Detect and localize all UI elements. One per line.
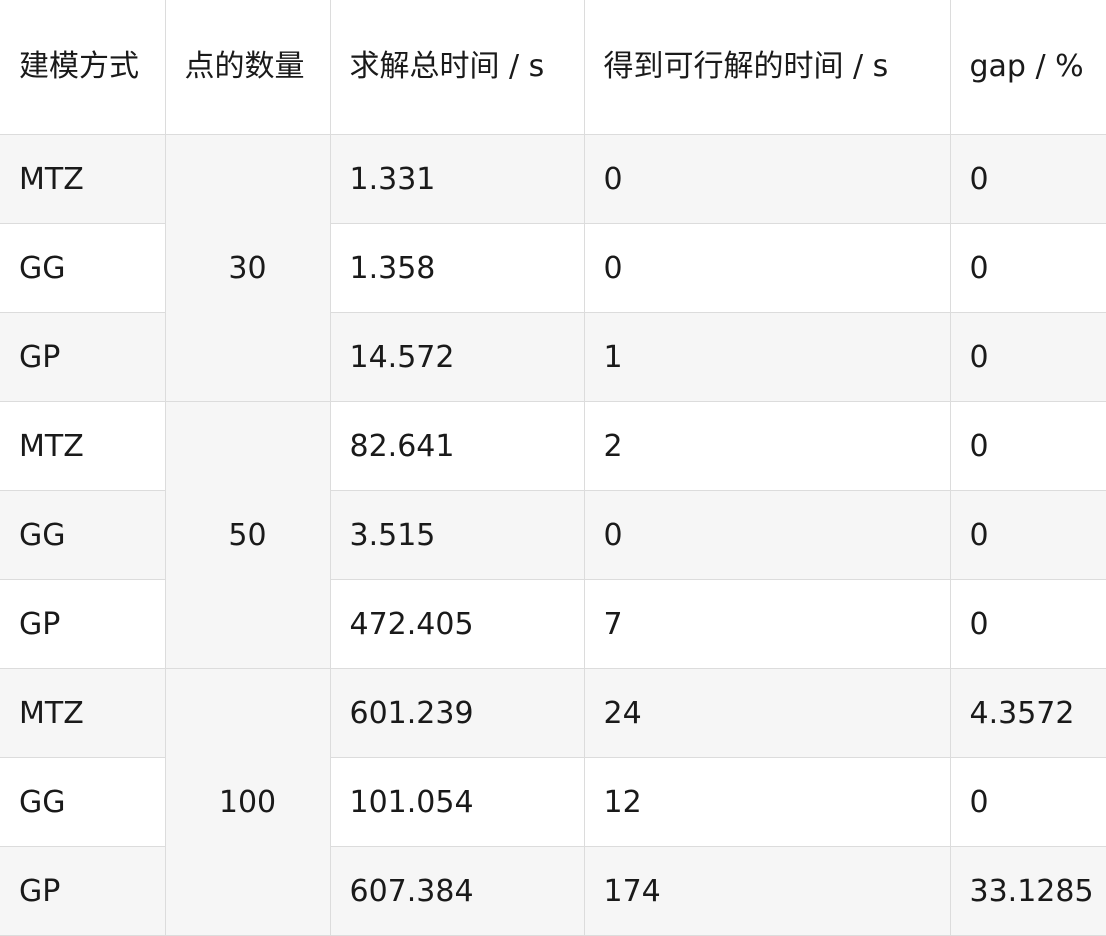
method-cell: GP <box>0 579 166 669</box>
table-row: MTZ 50 82.641 2 0 <box>0 401 1106 669</box>
gap-cell: 0 <box>949 312 1106 402</box>
header-feasible-time: 得到可行解的时间 / s <box>583 0 951 135</box>
total-time-cell: 1.331 <box>329 134 585 224</box>
table-row: MTZ 100 601.239 24 4.3572 <box>0 668 1106 936</box>
method-cell: GG <box>0 490 166 580</box>
total-time-cell: 601.239 <box>329 668 585 758</box>
total-time-cell: 472.405 <box>329 579 585 669</box>
total-time-cell: 3.515 <box>329 490 585 580</box>
header-row: 建模方式 点的数量 求解总时间 / s 得到可行解的时间 / s gap / % <box>0 0 1106 135</box>
table-row: MTZ 30 1.331 0 0 <box>0 134 1106 402</box>
gap-cell: 0 <box>949 134 1106 224</box>
header-total-time: 求解总时间 / s <box>329 0 585 135</box>
method-cell: GP <box>0 312 166 402</box>
method-cell: GG <box>0 757 166 847</box>
feasible-time-cell: 1 <box>583 312 951 402</box>
point-count-cell: 30 <box>164 134 331 402</box>
method-cell: GP <box>0 846 166 936</box>
total-time-cell: 607.384 <box>329 846 585 936</box>
feasible-time-cell: 7 <box>583 579 951 669</box>
table-body: MTZ 30 1.331 0 0 GG 1.358 0 0 GP 14.572 … <box>0 134 1106 936</box>
table-header: 建模方式 点的数量 求解总时间 / s 得到可行解的时间 / s gap / % <box>0 0 1106 135</box>
header-gap: gap / % <box>949 0 1106 135</box>
gap-cell: 0 <box>949 490 1106 580</box>
feasible-time-cell: 174 <box>583 846 951 936</box>
gap-cell: 0 <box>949 757 1106 847</box>
gap-cell: 4.3572 <box>949 668 1106 758</box>
feasible-time-cell: 12 <box>583 757 951 847</box>
gap-cell: 0 <box>949 579 1106 669</box>
feasible-time-cell: 0 <box>583 490 951 580</box>
results-table: 建模方式 点的数量 求解总时间 / s 得到可行解的时间 / s gap / %… <box>0 0 1106 936</box>
method-cell: MTZ <box>0 401 166 491</box>
header-count: 点的数量 <box>164 0 331 135</box>
total-time-cell: 82.641 <box>329 401 585 491</box>
total-time-cell: 1.358 <box>329 223 585 313</box>
method-cell: MTZ <box>0 134 166 224</box>
feasible-time-cell: 24 <box>583 668 951 758</box>
total-time-cell: 14.572 <box>329 312 585 402</box>
gap-cell: 0 <box>949 223 1106 313</box>
header-method: 建模方式 <box>0 0 166 135</box>
feasible-time-cell: 0 <box>583 134 951 224</box>
method-cell: MTZ <box>0 668 166 758</box>
gap-cell: 0 <box>949 401 1106 491</box>
total-time-cell: 101.054 <box>329 757 585 847</box>
point-count-cell: 50 <box>164 401 331 669</box>
gap-cell: 33.1285 <box>949 846 1106 936</box>
method-cell: GG <box>0 223 166 313</box>
feasible-time-cell: 2 <box>583 401 951 491</box>
feasible-time-cell: 0 <box>583 223 951 313</box>
point-count-cell: 100 <box>164 668 331 936</box>
